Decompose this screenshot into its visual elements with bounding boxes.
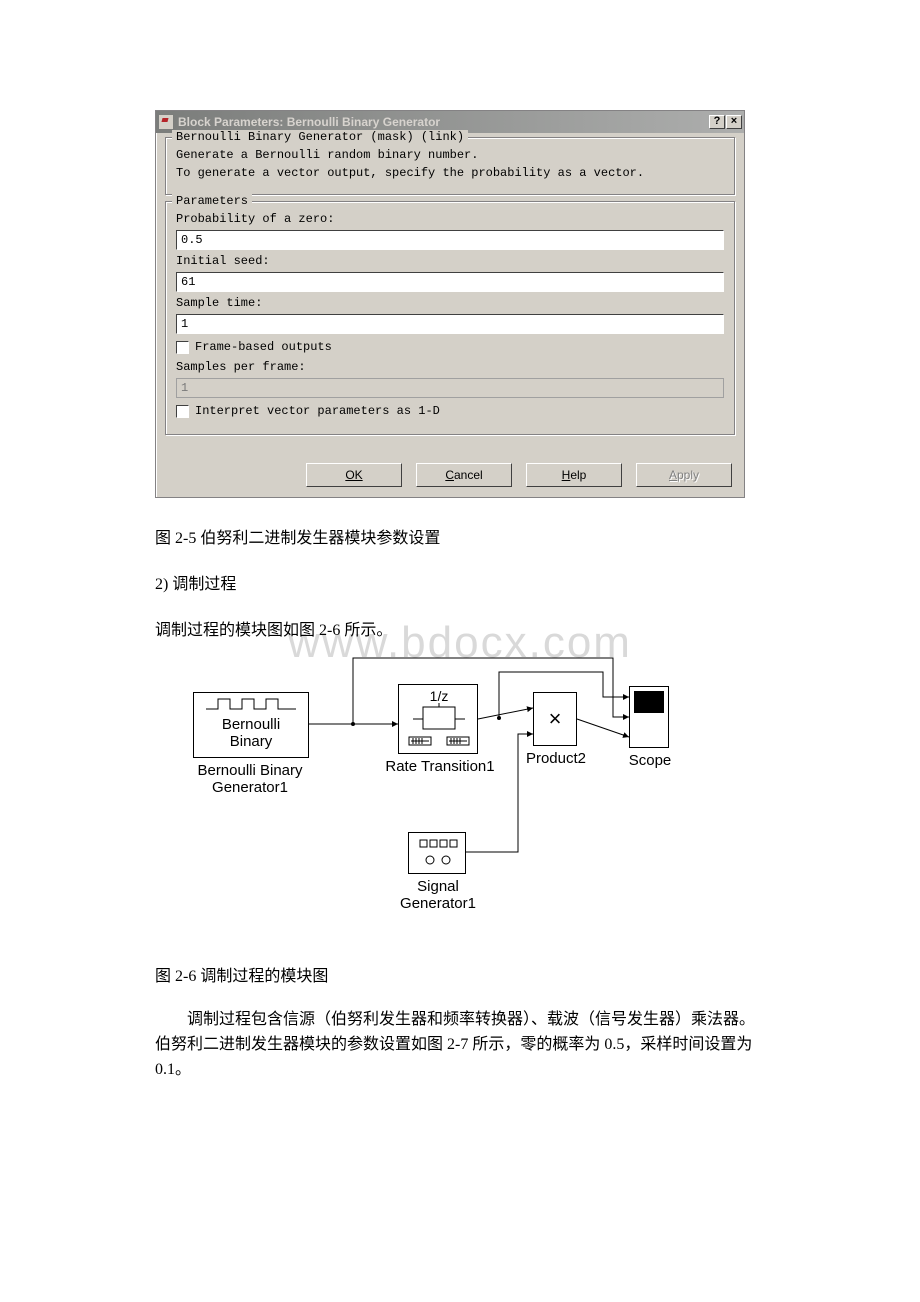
parameters-group: Parameters Probability of a zero: Initia… <box>165 201 735 435</box>
label-prob-zero: Probability of a zero: <box>176 212 724 226</box>
input-sample-time[interactable] <box>176 314 724 334</box>
desc-line-1: Generate a Bernoulli random binary numbe… <box>176 148 724 162</box>
close-titlebar-button[interactable]: × <box>726 115 742 129</box>
label-samples-per-frame: Samples per frame: <box>176 360 724 374</box>
input-prob-zero[interactable] <box>176 230 724 250</box>
checkbox-frame-outputs[interactable] <box>176 341 189 354</box>
label-initial-seed: Initial seed: <box>176 254 724 268</box>
label-interpret-vector: Interpret vector parameters as 1-D <box>195 404 440 418</box>
input-samples-per-frame <box>176 378 724 398</box>
diagram-intro-line: 调制过程的模块图如图 2-6 所示。 <box>155 616 765 640</box>
figure-caption-2-6: 图 2-6 调制过程的模块图 <box>155 962 765 986</box>
dialog-app-icon <box>158 114 174 130</box>
help-titlebar-button[interactable]: ? <box>709 115 725 129</box>
mask-description-group: Bernoulli Binary Generator (mask) (link)… <box>165 137 735 195</box>
input-initial-seed[interactable] <box>176 272 724 292</box>
group-legend-params: Parameters <box>172 194 252 208</box>
label-frame-outputs: Frame-based outputs <box>195 340 332 354</box>
block-parameters-dialog: Block Parameters: Bernoulli Binary Gener… <box>155 110 745 498</box>
group-legend-mask: Bernoulli Binary Generator (mask) (link) <box>172 130 468 144</box>
figure-caption-2-5: 图 2-5 伯努利二进制发生器模块参数设置 <box>155 524 765 548</box>
desc-line-2: To generate a vector output, specify the… <box>176 166 724 180</box>
dialog-title: Block Parameters: Bernoulli Binary Gener… <box>178 115 709 129</box>
checkbox-interpret-vector[interactable] <box>176 405 189 418</box>
apply-button[interactable]: ApplyApply <box>636 463 732 487</box>
help-button[interactable]: HelpHelp <box>526 463 622 487</box>
simulink-diagram: Bernoulli Binary Bernoulli BinaryGenerat… <box>183 662 683 942</box>
ok-button[interactable]: OK <box>306 463 402 487</box>
body-paragraph: 调制过程包含信源（伯努利发生器和频率转换器）、载波（信号发生器）乘法器。伯努利二… <box>155 1008 765 1082</box>
label-sample-time: Sample time: <box>176 296 724 310</box>
diagram-connectors <box>183 662 683 942</box>
section-heading-2: 2) 调制过程 <box>155 570 765 594</box>
cancel-button[interactable]: CCancelancel <box>416 463 512 487</box>
